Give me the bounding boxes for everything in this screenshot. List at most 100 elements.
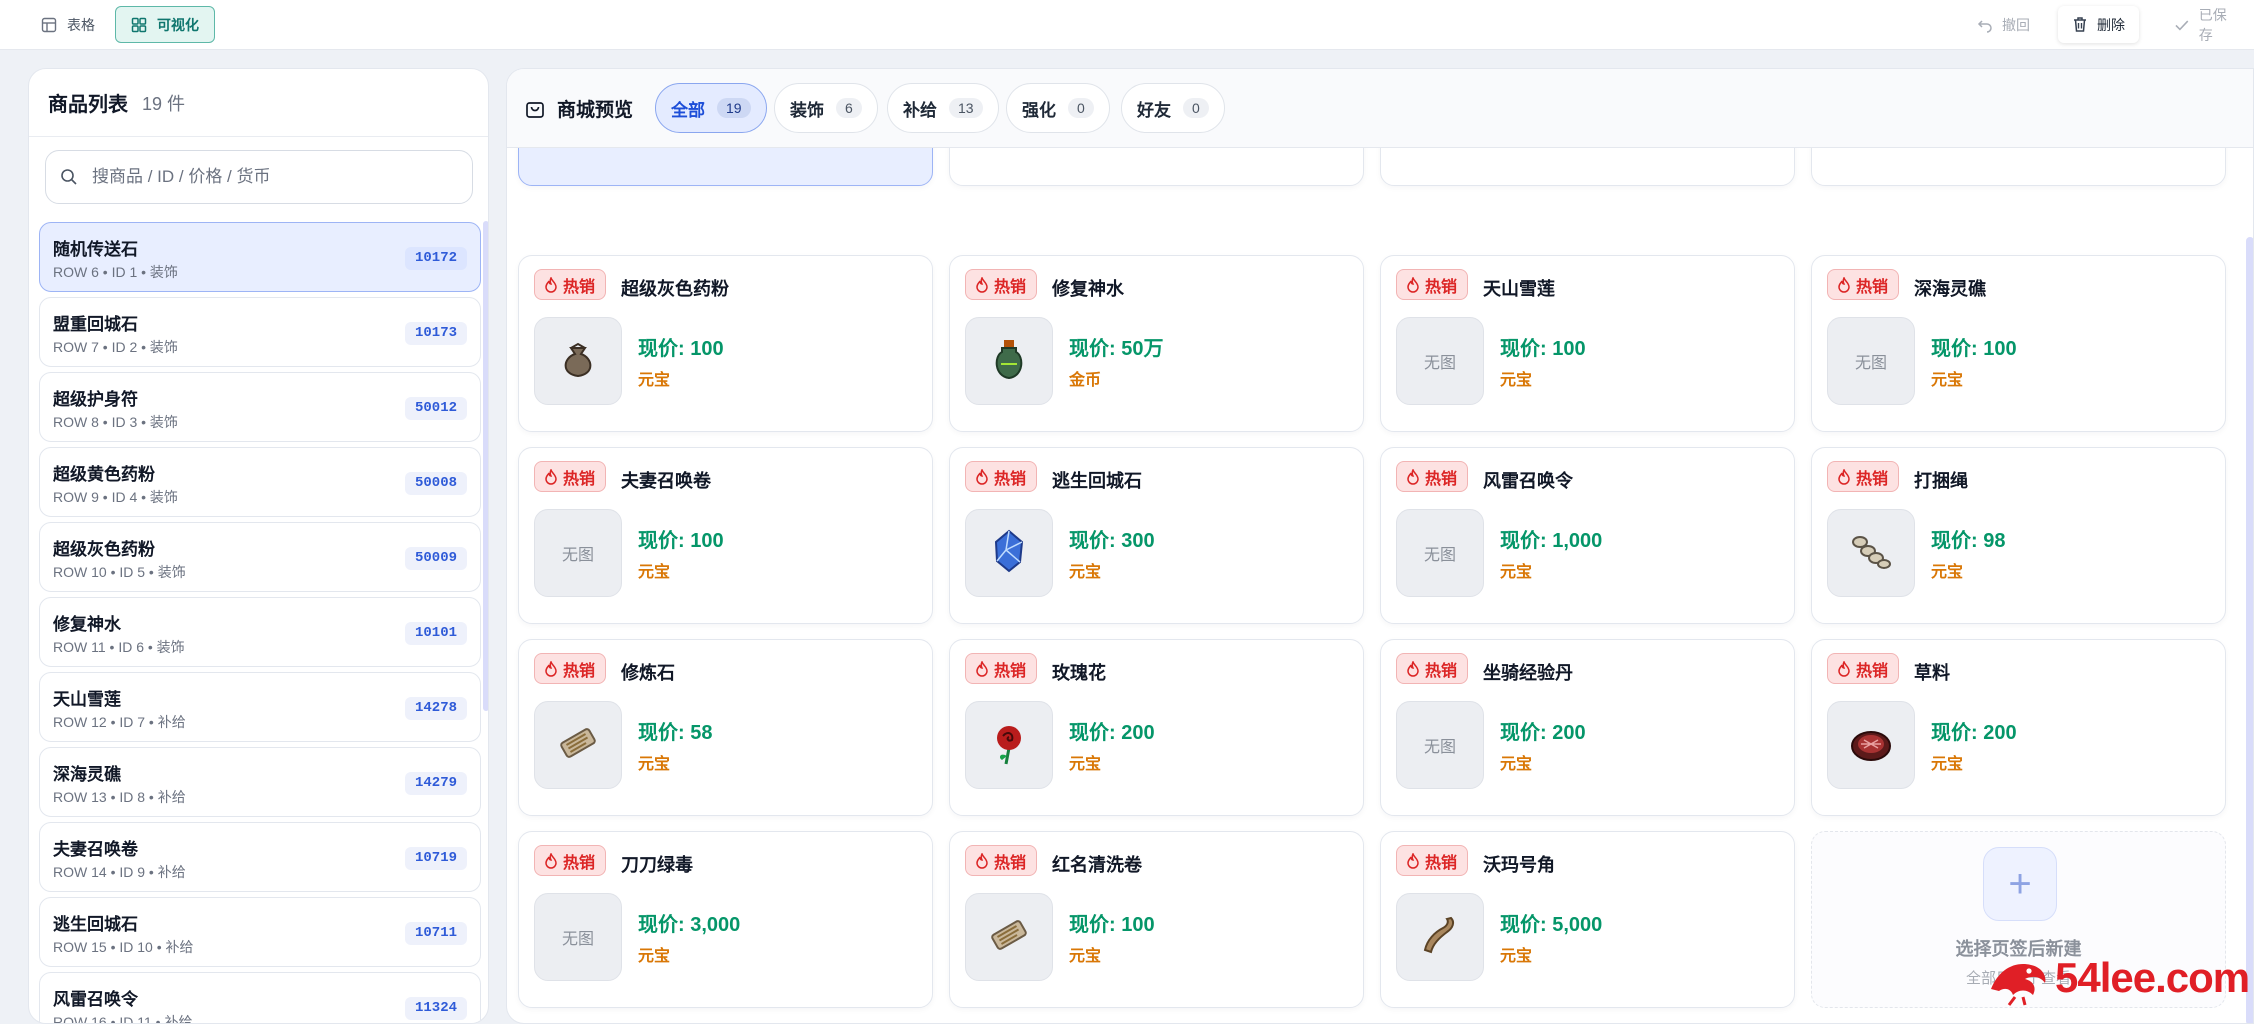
hot-badge: 热销 [1396, 269, 1469, 300]
filter-chip[interactable]: 好友 0 [1121, 83, 1225, 133]
product-list-item[interactable]: 盟重回城石 ROW 7 • ID 2 • 装饰 10173 [39, 297, 481, 367]
product-meta: ROW 7 • ID 2 • 装饰 [53, 339, 178, 355]
undo-label: 撤回 [2002, 16, 2030, 33]
product-card[interactable]: 热销 沃玛号角现价: 5,000 元宝 [1380, 831, 1795, 1008]
product-name: 逃生回城石 [53, 915, 138, 934]
delete-button[interactable]: 删除 [2058, 6, 2139, 43]
filter-chip[interactable]: 装饰 6 [774, 83, 878, 133]
product-card[interactable]: 热销 风雷召唤令无图 现价: 1,000 元宝 [1380, 447, 1795, 624]
product-code-badge: 10173 [404, 322, 467, 345]
flame-icon [1407, 468, 1419, 485]
product-card-name: 深海灵礁 [1914, 279, 1986, 299]
list-scrollbar[interactable] [483, 221, 488, 711]
horn-item-icon [1415, 910, 1465, 965]
hot-badge-label: 热销 [1425, 470, 1458, 488]
filter-chip[interactable]: 全部 19 [655, 83, 767, 133]
hot-badge: 热销 [965, 461, 1038, 492]
product-price: 现价: 100 [1069, 914, 1155, 936]
saved-label: 已保存 [2198, 6, 2227, 43]
shop-preview-panel: 商城预览 全部19装饰6补给13强化0好友0 现价: 10金币现价: 10金币无… [506, 68, 2254, 1024]
hot-badge-label: 热销 [563, 854, 596, 872]
site-watermark: 54lee.com [1985, 948, 2250, 1008]
flame-icon [1838, 276, 1850, 293]
hot-badge-label: 热销 [994, 662, 1027, 680]
product-list-item[interactable]: 超级灰色药粉 ROW 10 • ID 5 • 装饰 50009 [39, 522, 481, 592]
product-thumbnail [534, 701, 622, 789]
undo-icon [1977, 19, 1992, 33]
product-meta: ROW 8 • ID 3 • 装饰 [53, 414, 178, 430]
dragon-logo-icon [1991, 964, 2046, 1006]
product-list-item[interactable]: 风雷召唤令 ROW 16 • ID 11 • 补给 11324 [39, 972, 481, 1023]
shop-preview-title-wrap: 商城预览 [525, 95, 633, 122]
tab-visual[interactable]: 可视化 [115, 6, 215, 43]
product-card[interactable]: 热销 修炼石 现价: 58 元宝 [518, 639, 933, 816]
tab-table[interactable]: 表格 [26, 6, 110, 43]
no-image-placeholder: 无图 [561, 931, 594, 948]
product-card[interactable]: 热销 深海灵礁 无图 现价: 100 元宝 [1811, 255, 2226, 432]
product-card[interactable]: 热销 超级灰色药粉 现价: 100 元宝 [518, 255, 933, 432]
product-list-item[interactable]: 深海灵礁 ROW 13 • ID 8 • 补给 14279 [39, 747, 481, 817]
filter-chip[interactable]: 强化 0 [1006, 83, 1110, 133]
product-card[interactable]: 热销 夫妻召唤卷 无图 现价: 100 元宝 [518, 447, 933, 624]
product-card[interactable]: 热销 刀刀绿毒 无图 现价: 3,000 元宝 [518, 831, 933, 1008]
product-name: 天山雪莲 [53, 690, 121, 709]
product-card[interactable]: 热销 坐骑经验丹 无图 现价: 200 元宝 [1380, 639, 1795, 816]
product-list-item[interactable]: 夫妻召唤卷 ROW 14 • ID 9 • 补给 10719 [39, 822, 481, 892]
flame-icon [1407, 276, 1419, 293]
product-list-item[interactable]: 天山雪莲 ROW 12 • ID 7 • 补给 14278 [39, 672, 481, 742]
product-card[interactable]: 热销 玫瑰花 现价: 200 元宝 [949, 639, 1364, 816]
product-card-name: 超级灰色药粉 [621, 279, 729, 299]
product-currency: 元宝 [1500, 756, 1533, 773]
product-price: 现价: 98 [1931, 530, 2006, 552]
shop-preview-title: 商城预览 [557, 100, 634, 121]
undo-button[interactable]: 撤回 [1963, 6, 2044, 43]
product-list-item[interactable]: 随机传送石 ROW 6 • ID 1 • 装饰 10172 [39, 222, 481, 292]
product-thumbnail: 无图 [1396, 509, 1484, 597]
product-thumbnail [534, 317, 622, 405]
product-currency: 元宝 [1500, 564, 1533, 581]
product-card-name: 草料 [1914, 663, 1950, 683]
product-card-name: 修炼石 [621, 663, 675, 683]
product-price: 现价: 300 [1069, 530, 1155, 552]
product-card[interactable]: 热销 天山雪莲 无图 现价: 100 元宝 [1380, 255, 1795, 432]
search-input[interactable] [92, 167, 452, 187]
product-thumbnail [1396, 893, 1484, 981]
product-list-item[interactable]: 逃生回城石 ROW 15 • ID 10 • 补给 10711 [39, 897, 481, 967]
product-card-name: 沃玛号角 [1483, 855, 1555, 875]
product-list-item[interactable]: 超级黄色药粉 ROW 9 • ID 4 • 装饰 50008 [39, 447, 481, 517]
product-thumbnail [965, 317, 1053, 405]
product-currency: 元宝 [1500, 948, 1533, 965]
product-currency: 元宝 [1931, 756, 1964, 773]
product-card[interactable]: 热销 草料 现价: 200 元宝 [1811, 639, 2226, 816]
filter-chip[interactable]: 补给 13 [887, 83, 999, 133]
product-meta: ROW 10 • ID 5 • 装饰 [53, 564, 186, 580]
filter-chip-label: 补给 [903, 100, 937, 120]
scroll-item-icon [984, 910, 1034, 965]
product-card[interactable]: 热销 修复神水 现价: 50万 金币 [949, 255, 1364, 432]
product-name: 夫妻召唤卷 [53, 840, 138, 859]
product-currency: 元宝 [1069, 756, 1102, 773]
grid-scrollbar[interactable] [2246, 237, 2253, 1023]
product-card-name: 打捆绳 [1914, 471, 1968, 491]
product-card[interactable]: 热销 打捆绳 现价: 98 元宝 [1811, 447, 2226, 624]
product-list-item[interactable]: 超级护身符 ROW 8 • ID 3 • 装饰 50012 [39, 372, 481, 442]
filter-chip-count: 19 [717, 98, 751, 118]
product-card[interactable]: 热销 逃生回城石 现价: 300 元宝 [949, 447, 1364, 624]
product-card-name: 夫妻召唤卷 [621, 471, 711, 491]
flame-icon [976, 660, 988, 677]
product-price: 现价: 5,000 [1500, 914, 1603, 936]
product-price: 现价: 58 [638, 722, 713, 744]
product-meta: ROW 13 • ID 8 • 补给 [53, 789, 186, 805]
product-name: 超级黄色药粉 [53, 465, 155, 484]
product-currency: 元宝 [638, 564, 671, 581]
product-card-name: 风雷召唤令 [1483, 471, 1573, 491]
product-thumbnail: 无图 [1827, 317, 1915, 405]
product-list-item[interactable]: 修复神水 ROW 11 • ID 6 • 装饰 10101 [39, 597, 481, 667]
product-card[interactable]: 热销 红名清洗卷 现价: 100 元宝 [949, 831, 1364, 1008]
product-list-header: 商品列表 19 件 [29, 69, 488, 137]
hot-badge: 热销 [1396, 845, 1469, 876]
product-price: 现价: 1,000 [1500, 530, 1603, 552]
add-icon[interactable]: + [1983, 847, 2057, 921]
shopping-bag-icon [526, 102, 544, 118]
hot-badge: 热销 [1396, 653, 1469, 684]
